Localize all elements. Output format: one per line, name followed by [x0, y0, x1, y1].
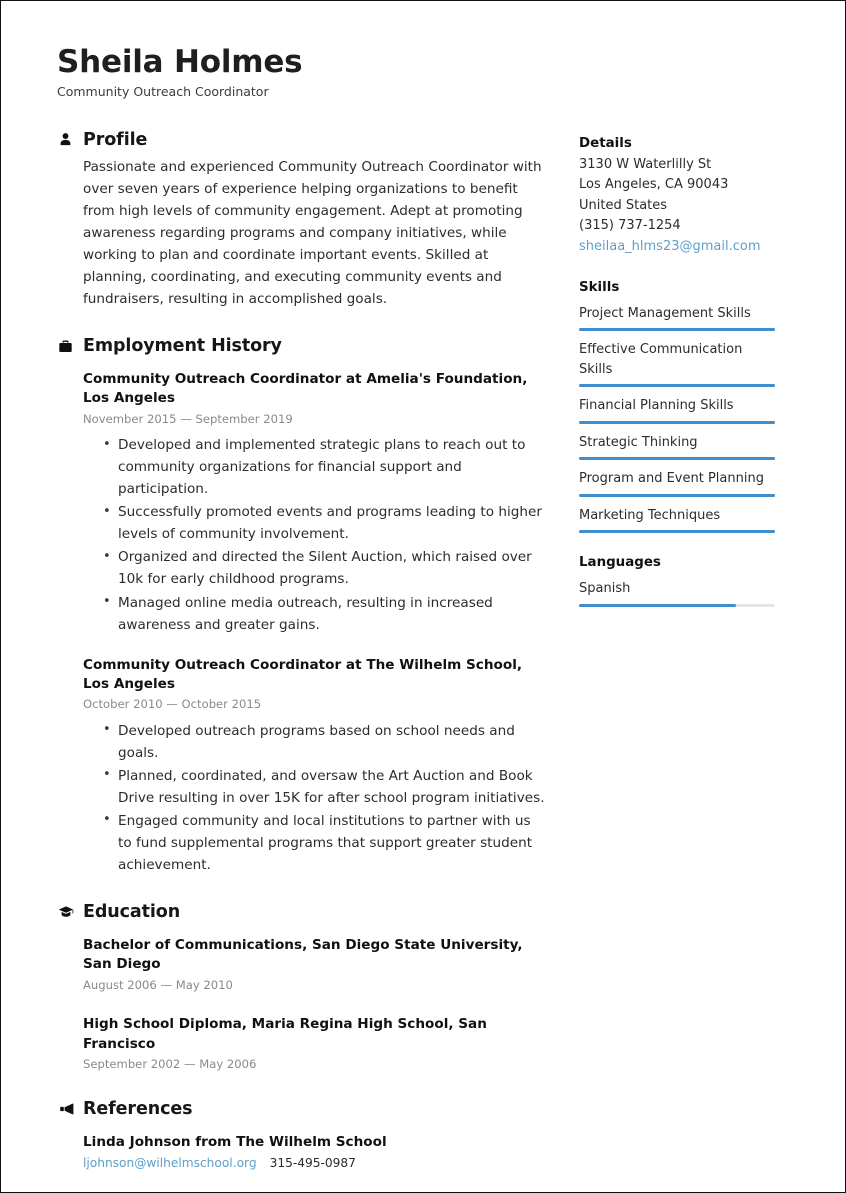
skill-bar-track — [579, 530, 775, 534]
section-header-references: References — [57, 1099, 545, 1119]
education-entry-date: August 2006 — May 2010 — [83, 977, 233, 992]
employment-entry-title: Community Outreach Coordinator at The Wi… — [83, 656, 523, 692]
skill-bar-fill — [579, 420, 775, 424]
graduation-cap-icon — [57, 904, 74, 921]
employment-entry-bullets: Developed and implemented strategic plan… — [83, 434, 545, 635]
sidebar-title-details: Details — [579, 135, 632, 151]
reference-phone: 315-495-0987 — [269, 1156, 356, 1171]
section-profile: Profile Passionate and experienced Commu… — [57, 130, 545, 310]
language-item: Spanish — [579, 579, 779, 607]
section-header-employment: Employment History — [57, 336, 545, 356]
skill-bar-track — [579, 420, 775, 424]
detail-address-street: 3130 W Waterlilly St — [579, 156, 712, 172]
megaphone-icon — [57, 1100, 74, 1117]
skill-bar-track — [579, 384, 775, 388]
language-bar-track — [579, 603, 775, 607]
detail-address-country: United States — [579, 197, 668, 213]
skill-bar-track — [579, 328, 775, 332]
list-item: Developed outreach programs based on sch… — [103, 719, 545, 764]
candidate-job-title: Community Outreach Coordinator — [57, 83, 269, 99]
skill-bar-track — [579, 493, 775, 497]
list-item: Planned, coordinated, and oversaw the Ar… — [103, 764, 545, 809]
education-entry-title: High School Diploma, Maria Regina High S… — [83, 1016, 487, 1052]
skill-label: Marketing Techniques — [579, 507, 721, 523]
sidebar-block-languages: Languages Spanish — [579, 555, 779, 607]
list-item: Managed online media outreach, resulting… — [103, 591, 545, 636]
skill-item: Effective Communication Skills — [579, 340, 779, 388]
skill-item: Program and Event Planning — [579, 469, 779, 497]
section-references: References Linda Johnson from The Wilhel… — [57, 1099, 545, 1192]
sidebar-column: Details 3130 W Waterlilly St Los Angeles… — [579, 130, 779, 629]
skill-label: Project Management Skills — [579, 305, 751, 321]
employment-entry-date: October 2010 — October 2015 — [83, 697, 262, 712]
sidebar-title-languages: Languages — [579, 555, 661, 571]
sidebar-title-skills: Skills — [579, 279, 620, 295]
employment-entry-bullets: Developed outreach programs based on sch… — [83, 719, 545, 876]
skill-bar-fill — [579, 493, 775, 497]
education-entry-date: September 2002 — May 2006 — [83, 1057, 257, 1072]
list-item: Engaged community and local institutions… — [103, 809, 545, 876]
briefcase-icon — [57, 338, 74, 355]
reference-contact: ljohnson@wilhelmschool.org 315-495-0987 — [83, 1154, 545, 1172]
section-header-profile: Profile — [57, 130, 545, 150]
language-bar-fill — [579, 603, 736, 607]
employment-entry-date: November 2015 — September 2019 — [83, 411, 293, 426]
resume-page: Sheila Holmes Community Outreach Coordin… — [0, 0, 846, 1193]
skill-item: Project Management Skills — [579, 304, 779, 332]
resume-header: Sheila Holmes Community Outreach Coordin… — [57, 44, 789, 100]
reference-entry: Linda Johnson from The Wilhelm School lj… — [57, 1133, 545, 1173]
user-icon — [57, 131, 74, 148]
detail-email-link[interactable]: sheilaa_hlms23@gmail.com — [579, 237, 779, 258]
reference-email-link[interactable]: ljohnson@wilhelmschool.org — [83, 1154, 257, 1172]
list-item: Developed and implemented strategic plan… — [103, 434, 545, 500]
section-title-education: Education — [83, 902, 181, 923]
detail-address-city: Los Angeles, CA 90043 — [579, 177, 729, 193]
education-entry: Bachelor of Communications, San Diego St… — [57, 936, 545, 993]
reference-name: Linda Johnson from The Wilhelm School — [83, 1133, 387, 1150]
employment-entry: Community Outreach Coordinator at Amelia… — [57, 370, 545, 636]
detail-phone: (315) 737-1254 — [579, 218, 681, 234]
employment-entry: Community Outreach Coordinator at The Wi… — [57, 656, 545, 877]
skill-bar-fill — [579, 384, 775, 388]
profile-text: Passionate and experienced Community Out… — [83, 158, 542, 307]
main-column: Profile Passionate and experienced Commu… — [57, 130, 545, 1192]
section-header-education: Education — [57, 902, 545, 922]
candidate-name: Sheila Holmes — [57, 44, 303, 80]
education-entry-title: Bachelor of Communications, San Diego St… — [83, 937, 523, 973]
skill-item: Marketing Techniques — [579, 506, 779, 534]
sidebar-block-details: Details 3130 W Waterlilly St Los Angeles… — [579, 136, 779, 258]
skill-label: Financial Planning Skills — [579, 398, 734, 414]
sidebar-block-skills: Skills Project Management Skills Effecti… — [579, 280, 779, 534]
list-item: Organized and directed the Silent Auctio… — [103, 546, 545, 590]
section-title-employment: Employment History — [83, 336, 282, 356]
skill-label: Strategic Thinking — [579, 434, 698, 450]
skill-bar-fill — [579, 457, 775, 461]
education-entry: High School Diploma, Maria Regina High S… — [57, 1015, 545, 1072]
section-title-profile: Profile — [83, 129, 148, 150]
list-item: Successfully promoted events and program… — [103, 501, 545, 545]
skill-bar-fill — [579, 530, 775, 534]
language-label: Spanish — [579, 581, 631, 597]
skill-bar-fill — [579, 328, 775, 332]
skill-label: Effective Communication Skills — [579, 342, 743, 377]
employment-entry-title: Community Outreach Coordinator at Amelia… — [83, 371, 528, 407]
section-education: Education Bachelor of Communications, Sa… — [57, 902, 545, 1073]
section-employment-history: Employment History Community Outreach Co… — [57, 336, 545, 876]
skill-item: Financial Planning Skills — [579, 396, 779, 424]
skill-bar-track — [579, 457, 775, 461]
skill-item: Strategic Thinking — [579, 433, 779, 461]
skill-label: Program and Event Planning — [579, 471, 764, 487]
section-title-references: References — [83, 1098, 193, 1119]
